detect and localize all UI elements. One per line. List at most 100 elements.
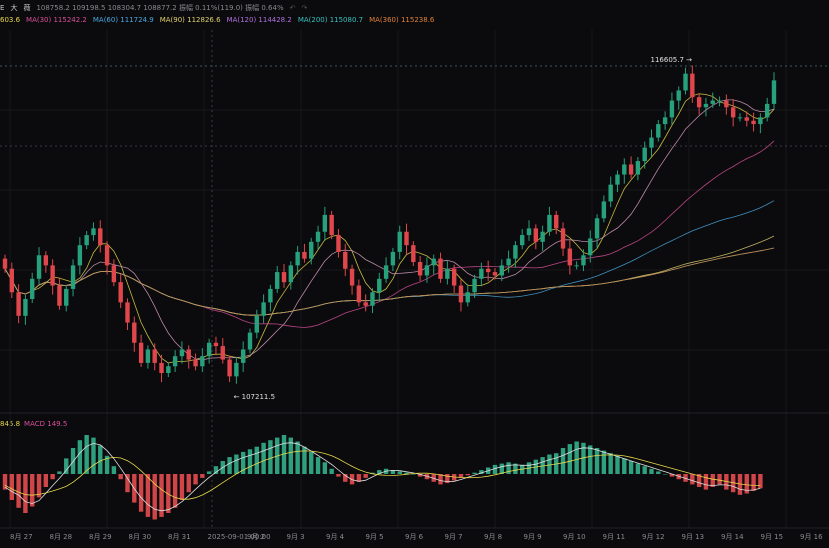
macd-bar bbox=[84, 435, 89, 474]
macd-bar bbox=[247, 449, 253, 474]
candle bbox=[91, 228, 96, 236]
candle bbox=[220, 346, 225, 360]
candle bbox=[132, 322, 137, 343]
macd-bar bbox=[588, 445, 593, 474]
macd-bar bbox=[77, 440, 83, 474]
candle bbox=[172, 356, 178, 367]
candle bbox=[554, 214, 559, 229]
candle bbox=[540, 231, 545, 242]
macd-bar bbox=[649, 468, 654, 474]
price-chart[interactable]: 116605.7 → ← 107211.5 8月 27 8月 28 8月 29 8月 30… bbox=[0, 0, 829, 548]
macd-bar bbox=[179, 474, 185, 500]
candle bbox=[465, 292, 470, 303]
candle bbox=[526, 228, 532, 236]
candle bbox=[9, 268, 15, 293]
macd-bar bbox=[574, 441, 579, 474]
candle bbox=[50, 265, 55, 286]
x-tick-label: 8月 28 bbox=[50, 533, 73, 541]
candle bbox=[710, 100, 715, 104]
candle bbox=[145, 349, 151, 363]
x-tick-label: 9月 7 bbox=[445, 533, 463, 541]
candle bbox=[676, 90, 681, 101]
candle bbox=[349, 268, 355, 286]
candle bbox=[240, 349, 246, 363]
candle bbox=[159, 362, 164, 373]
candle bbox=[234, 362, 239, 377]
macd-bar bbox=[145, 474, 151, 517]
dif-line bbox=[4, 442, 761, 512]
macd-bar bbox=[547, 454, 552, 474]
candle bbox=[622, 164, 627, 175]
macd-bar bbox=[472, 472, 477, 474]
candle bbox=[356, 285, 362, 303]
candle bbox=[669, 100, 675, 118]
high-annotation: 116605.7 → bbox=[651, 56, 693, 64]
candle bbox=[43, 255, 49, 266]
candle bbox=[615, 174, 620, 185]
candle bbox=[445, 268, 450, 279]
macd-bar bbox=[152, 474, 157, 520]
candle bbox=[744, 117, 749, 121]
macd-bar bbox=[268, 440, 273, 474]
candle bbox=[64, 288, 69, 306]
candle bbox=[118, 282, 123, 303]
macd-bar bbox=[608, 453, 613, 474]
macd-bar bbox=[601, 450, 607, 474]
x-tick-label: 8月 29 bbox=[89, 533, 112, 541]
candle bbox=[2, 258, 8, 269]
candle bbox=[166, 366, 171, 373]
candle bbox=[458, 285, 464, 303]
candle bbox=[104, 245, 110, 266]
macd-bar bbox=[30, 474, 35, 507]
candle bbox=[560, 228, 566, 249]
macd-bar bbox=[703, 474, 709, 490]
x-tick-label: 9月 2 bbox=[247, 533, 265, 541]
macd-bar bbox=[322, 462, 328, 474]
x-tick-label: 9月 14 bbox=[721, 533, 744, 541]
candle bbox=[717, 100, 722, 102]
candle bbox=[186, 349, 191, 360]
candle bbox=[451, 268, 457, 286]
candle bbox=[588, 238, 593, 256]
macd-bar bbox=[138, 474, 144, 512]
candle bbox=[322, 214, 328, 232]
candle bbox=[479, 268, 484, 279]
candle bbox=[690, 73, 695, 98]
candle bbox=[397, 231, 402, 252]
candle bbox=[431, 258, 436, 266]
candle bbox=[567, 248, 573, 266]
candle bbox=[336, 235, 341, 252]
candle bbox=[254, 315, 259, 333]
candle bbox=[57, 285, 62, 306]
macd-bar bbox=[309, 451, 314, 474]
macd-bar bbox=[213, 466, 219, 474]
candle bbox=[281, 272, 287, 283]
candle bbox=[520, 235, 525, 246]
macd-bar bbox=[336, 474, 341, 477]
macd-bar bbox=[98, 445, 103, 474]
macd-bar bbox=[16, 474, 21, 508]
candle bbox=[649, 137, 654, 148]
candle bbox=[764, 103, 770, 118]
candle bbox=[642, 147, 647, 162]
x-tick-label: 9月 8 bbox=[484, 533, 502, 541]
candle bbox=[594, 218, 600, 239]
candle bbox=[70, 265, 76, 289]
candle bbox=[492, 272, 498, 276]
candle bbox=[574, 265, 579, 267]
x-tick-label: 9月 10 bbox=[563, 533, 586, 541]
candle bbox=[36, 255, 42, 279]
candle bbox=[771, 80, 777, 104]
macd-bar bbox=[690, 474, 695, 485]
candle bbox=[193, 359, 198, 367]
candle bbox=[288, 265, 294, 283]
candle bbox=[533, 228, 539, 242]
candle bbox=[152, 349, 157, 363]
candle bbox=[581, 255, 586, 266]
macd-bar bbox=[628, 461, 634, 474]
candle bbox=[98, 228, 103, 246]
macd-bar bbox=[622, 458, 627, 474]
macd-bar bbox=[254, 446, 259, 474]
candle bbox=[23, 299, 28, 316]
macd-bar bbox=[200, 474, 205, 478]
